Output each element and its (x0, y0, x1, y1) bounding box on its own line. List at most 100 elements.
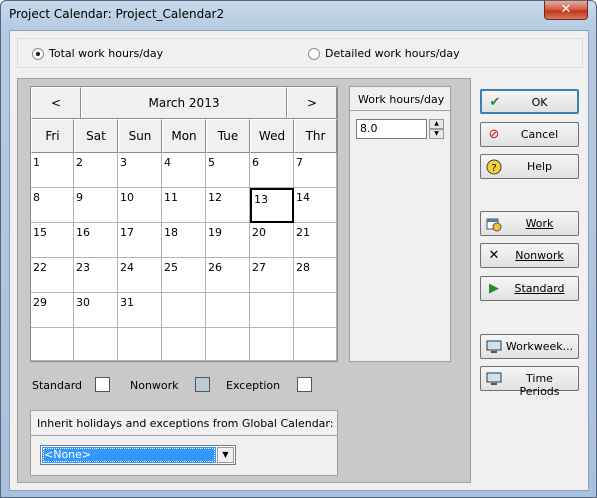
ok-button[interactable]: ✔ OK (480, 89, 579, 114)
cancel-button[interactable]: ⊘ Cancel (480, 122, 579, 147)
calendar-day-cell[interactable]: 19 (206, 223, 250, 258)
weekday-header-cell: Thr (294, 119, 337, 153)
divider (350, 110, 450, 111)
cancel-icon: ⊘ (488, 127, 500, 142)
legend-nonwork-label: Nonwork (130, 379, 179, 392)
checkmark-icon: ✔ (489, 95, 501, 110)
weekday-header-cell: Wed (250, 119, 294, 153)
calendar-day-cell[interactable]: 12 (206, 188, 250, 223)
calendar-day-cell[interactable]: 27 (250, 258, 294, 293)
close-icon: ✕ (488, 248, 500, 263)
chevron-down-icon[interactable]: ▼ (217, 447, 234, 463)
work-hours-input[interactable]: 8.0 (356, 119, 427, 139)
global-calendar-select[interactable]: <None> ▼ (40, 445, 236, 465)
legend-nonwork-swatch (195, 377, 210, 392)
calendar-day-cell[interactable]: 9 (74, 188, 118, 223)
calendar-empty-cell (294, 328, 337, 361)
weekday-header-cell: Sat (74, 119, 118, 153)
nonwork-label: Nonwork (515, 249, 564, 262)
help-icon: ? (486, 159, 502, 175)
calendar-empty-cell (250, 293, 294, 328)
calendar-empty-cell (250, 328, 294, 361)
calendar-day-cell[interactable]: 8 (31, 188, 74, 223)
calendar-day-cell[interactable]: 31 (118, 293, 162, 328)
calendar-day-cell[interactable]: 20 (250, 223, 294, 258)
work-hours-box: Work hours/day 8.0 ▲ ▼ (349, 86, 451, 362)
work-label: Work (525, 217, 554, 230)
calendar-day-cell[interactable]: 28 (294, 258, 337, 293)
workweek-button[interactable]: Workweek... (480, 334, 579, 359)
calendar-empty-cell (162, 328, 206, 361)
calendar-day-cell[interactable]: 13 (250, 188, 294, 223)
spin-up-icon[interactable]: ▲ (429, 119, 444, 129)
spin-down-icon[interactable]: ▼ (429, 129, 444, 139)
monitor-icon (486, 339, 502, 355)
calendar-day-cell[interactable]: 14 (294, 188, 337, 223)
calendar-empty-cell (294, 293, 337, 328)
calendar-empty-cell (206, 328, 250, 361)
calendar-day-cell[interactable]: 6 (250, 153, 294, 188)
legend-exception-label: Exception (226, 379, 281, 392)
cancel-label: Cancel (520, 128, 559, 141)
calendar-day-cell[interactable]: 21 (294, 223, 337, 258)
calendar-day-cell[interactable]: 18 (162, 223, 206, 258)
calendar-day-cell[interactable]: 7 (294, 153, 337, 188)
time-periods-button[interactable]: Time Periods (480, 366, 579, 398)
legend-standard-label: Standard (32, 379, 83, 392)
work-button[interactable]: Work (480, 211, 579, 236)
calendar-day-cell[interactable]: 11 (162, 188, 206, 223)
close-button[interactable]: ✕ (544, 1, 588, 20)
svg-text:?: ? (491, 163, 496, 174)
work-hours-spinner[interactable]: ▲ ▼ (429, 119, 444, 139)
time-periods-label: Time Periods (519, 372, 560, 398)
calendar-day-cell[interactable]: 26 (206, 258, 250, 293)
detailed-hours-radio[interactable]: Detailed work hours/day (308, 47, 460, 60)
calendar-day-cell[interactable]: 10 (118, 188, 162, 223)
calendar-day-cell[interactable]: 17 (118, 223, 162, 258)
calendar-day-cell[interactable]: 23 (74, 258, 118, 293)
radio-indicator (308, 47, 320, 60)
monitor-icon (486, 371, 502, 387)
nonwork-button[interactable]: ✕ Nonwork (480, 243, 579, 268)
work-hours-label: Work hours/day (358, 93, 445, 106)
help-label: Help (526, 160, 553, 173)
calendar-day-cell[interactable]: 4 (162, 153, 206, 188)
total-hours-radio[interactable]: Total work hours/day (32, 47, 163, 60)
standard-button[interactable]: ▶ Standard (480, 276, 579, 301)
calendar-day-cell[interactable]: 22 (31, 258, 74, 293)
workweek-label: Workweek... (505, 340, 574, 353)
divider (31, 435, 337, 436)
calendar-day-cell[interactable]: 15 (31, 223, 74, 258)
calendar-day-cell[interactable]: 16 (74, 223, 118, 258)
weekday-header-cell: Tue (206, 119, 250, 153)
hours-mode-group: Total work hours/day Detailed work hours… (17, 38, 583, 68)
global-calendar-value: <None> (42, 447, 216, 463)
calendar-panel: < March 2013 > Fri Sat Sun Mon Tue Wed Thr 123… (17, 78, 471, 483)
prev-month-button[interactable]: < (31, 87, 81, 119)
calendar-empty-cell (162, 293, 206, 328)
calendar-nav: < March 2013 > (31, 87, 337, 119)
weekday-header-cell: Fri (31, 119, 74, 153)
inherit-label: Inherit holidays and exceptions from Glo… (37, 417, 334, 430)
next-month-button[interactable]: > (287, 87, 337, 119)
calendar-day-cell[interactable]: 1 (31, 153, 74, 188)
calendar-day-cell[interactable]: 24 (118, 258, 162, 293)
legend-standard-swatch (95, 377, 110, 392)
calendar-day-cell[interactable]: 29 (31, 293, 74, 328)
radio-selected-indicator (32, 47, 44, 60)
window-title: Project Calendar: Project_Calendar2 (9, 7, 225, 21)
day-grid: 1 2 3 4 5 6 7 8 9 10 11 12 13 14 15 16 17 18 19 20 21 22 23 24 2… (31, 153, 337, 361)
work-calendar-icon (486, 216, 502, 232)
weekday-header-cell: Sun (118, 119, 162, 153)
title-bar: Project Calendar: Project_Calendar2 ✕ (1, 1, 596, 27)
calendar-empty-cell (118, 328, 162, 361)
dialog-window: Project Calendar: Project_Calendar2 ✕ To… (0, 0, 597, 498)
calendar-day-cell[interactable]: 30 (74, 293, 118, 328)
inherit-group: Inherit holidays and exceptions from Glo… (30, 410, 338, 476)
play-icon: ▶ (489, 281, 499, 296)
calendar-day-cell[interactable]: 2 (74, 153, 118, 188)
calendar-day-cell[interactable]: 5 (206, 153, 250, 188)
calendar-day-cell[interactable]: 3 (118, 153, 162, 188)
calendar-day-cell[interactable]: 25 (162, 258, 206, 293)
help-button[interactable]: ? Help (480, 154, 579, 179)
